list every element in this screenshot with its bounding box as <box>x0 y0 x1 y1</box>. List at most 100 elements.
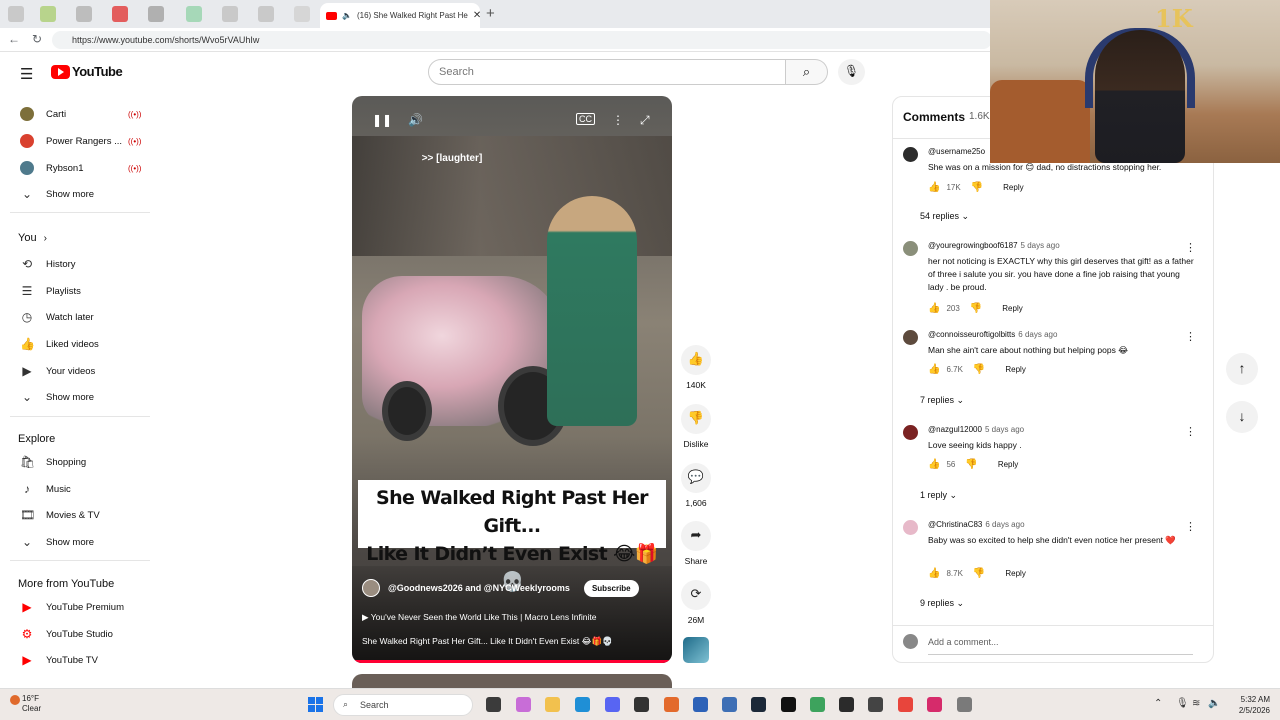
comment-username[interactable]: @connoisseuroftigolbitts 6 days ago <box>928 330 1057 339</box>
thumbs-down-icon[interactable]: 👎 <box>965 459 977 470</box>
sidebar-item-your-videos[interactable]: ▶ Your videos <box>20 360 95 382</box>
app-icon[interactable] <box>927 697 942 712</box>
like-button[interactable]: 👍 140K <box>680 345 712 390</box>
sidebar-item-rybson1[interactable]: Rybson1 <box>20 157 84 179</box>
comment-username[interactable]: @ChristinaC83 6 days ago <box>928 520 1025 529</box>
app-icon[interactable] <box>664 697 679 712</box>
speaker-icon[interactable]: 🔈 <box>342 11 352 20</box>
settings-icon[interactable] <box>957 697 972 712</box>
reply-button[interactable]: Reply <box>1003 183 1023 192</box>
tab-favicon[interactable] <box>148 6 164 22</box>
microphone-icon[interactable]: 🎙 <box>1176 698 1189 709</box>
next-video-preview[interactable] <box>352 674 672 688</box>
new-tab-icon[interactable]: + <box>486 5 495 22</box>
view-replies-button[interactable]: 54 replies ⌄ <box>920 211 969 222</box>
sidebar-item-watch-later[interactable]: ◷ Watch later <box>20 306 94 328</box>
system-clock[interactable]: 5:32 AM 2/5/2026 <box>1226 694 1270 716</box>
tiktok-icon[interactable] <box>781 697 796 712</box>
thumbs-down-icon[interactable]: 👎 <box>973 568 985 579</box>
weather-icon[interactable] <box>10 695 20 705</box>
close-tab-icon[interactable]: ✕ <box>473 10 480 21</box>
voice-search-button[interactable]: 🎙 <box>838 59 865 85</box>
more-vert-icon[interactable]: ⋮ <box>1185 330 1196 343</box>
show-more-subscriptions[interactable]: ⌄ Show more <box>20 183 94 205</box>
sidebar-item-liked-videos[interactable]: 👍 Liked videos <box>20 333 99 355</box>
app-icon[interactable] <box>839 697 854 712</box>
app-icon[interactable] <box>810 697 825 712</box>
tab-favicon[interactable] <box>186 6 202 22</box>
you-heading[interactable]: You › <box>18 232 47 244</box>
comment-username[interactable]: @username25o <box>928 147 985 156</box>
tab-favicon[interactable] <box>258 6 274 22</box>
music-link[interactable]: ▶ You've Never Seen the World Like This … <box>362 612 597 623</box>
discord-icon[interactable] <box>605 697 620 712</box>
chrome-icon[interactable] <box>898 697 913 712</box>
back-icon[interactable]: ← <box>8 32 20 46</box>
more-vert-icon[interactable]: ⋮ <box>612 113 624 127</box>
tab-favicon[interactable] <box>76 6 92 22</box>
reload-icon[interactable]: ↻ <box>32 32 42 46</box>
sidebar-item-power-rangers[interactable]: Power Rangers ... <box>20 130 122 152</box>
avatar[interactable] <box>903 520 918 535</box>
more-vert-icon[interactable]: ⋮ <box>1185 520 1196 533</box>
tab-favicon[interactable] <box>222 6 238 22</box>
closed-captions-icon[interactable]: CC <box>576 113 595 125</box>
search-input[interactable]: Search <box>428 59 786 85</box>
pause-icon[interactable]: ❚❚ <box>372 113 392 127</box>
add-comment-field[interactable]: Add a comment... <box>903 634 1193 655</box>
wifi-icon[interactable]: ≋ <box>1192 698 1200 709</box>
view-replies-button[interactable]: 7 replies ⌄ <box>920 395 964 406</box>
tab-favicon[interactable] <box>112 6 128 22</box>
video-progress-bar[interactable] <box>352 660 672 663</box>
sidebar-item-playlists[interactable]: ☰ Playlists <box>20 280 81 302</box>
tab-favicon[interactable] <box>8 6 24 22</box>
fullscreen-icon[interactable]: ⤢ <box>640 113 650 128</box>
video-description[interactable]: She Walked Right Past Her Gift... Like I… <box>362 636 613 647</box>
sound-thumbnail[interactable] <box>683 637 709 663</box>
reply-button[interactable]: Reply <box>1002 304 1022 313</box>
thumbs-up-icon[interactable]: 👍 <box>928 459 940 470</box>
thumbs-up-icon[interactable]: 👍 <box>928 182 940 193</box>
sidebar-item-youtube-premium[interactable]: ▶ YouTube Premium <box>20 596 124 618</box>
sidebar-item-carti[interactable]: Carti <box>20 103 66 125</box>
reply-button[interactable]: Reply <box>1005 365 1025 374</box>
reply-button[interactable]: Reply <box>998 460 1018 469</box>
previous-short-button[interactable]: ↑ <box>1226 353 1258 385</box>
sidebar-item-movies-tv[interactable]: 🎞 Movies & TV <box>20 504 100 526</box>
sidebar-item-youtube-tv[interactable]: ▶ YouTube TV <box>20 649 98 671</box>
thumbs-up-icon[interactable]: 👍 <box>928 364 940 375</box>
app-icon[interactable] <box>693 697 708 712</box>
share-button[interactable]: ➦ Share <box>680 521 712 566</box>
comments-button[interactable]: 💬 1,606 <box>680 463 712 508</box>
avatar[interactable] <box>903 241 918 256</box>
view-replies-button[interactable]: 9 replies ⌄ <box>920 598 964 609</box>
edge-icon[interactable] <box>575 697 590 712</box>
taskbar-search[interactable]: ⌕ Search <box>333 694 473 716</box>
search-button[interactable]: ⌕ <box>786 59 828 85</box>
channel-avatar[interactable] <box>362 579 380 597</box>
avatar[interactable] <box>903 147 918 162</box>
shorts-video-player[interactable]: ❚❚ 🔊 CC ⋮ ⤢ >> [laughter] She Walked Rig… <box>352 96 672 663</box>
sidebar-item-shopping[interactable]: 🛍 Shopping <box>20 451 86 473</box>
chevron-up-icon[interactable]: ⌃ <box>1154 698 1162 709</box>
show-more-explore[interactable]: ⌄ Show more <box>20 531 94 553</box>
view-replies-button[interactable]: 1 reply ⌄ <box>920 490 957 501</box>
app-icon[interactable] <box>722 697 737 712</box>
thumbs-up-icon[interactable]: 👍 <box>928 303 940 314</box>
thumbs-up-icon[interactable]: 👍 <box>928 568 940 579</box>
channel-names[interactable]: @Goodnews2026 and @NYCWeeklyrooms <box>388 583 570 593</box>
windows-start-icon[interactable] <box>308 697 323 712</box>
volume-icon[interactable]: 🔈 <box>1208 698 1220 709</box>
thumbs-down-icon[interactable]: 👎 <box>970 303 982 314</box>
copilot-icon[interactable] <box>516 697 531 712</box>
weather-widget[interactable]: 16°F Clear <box>22 694 41 714</box>
thumbs-down-icon[interactable]: 👎 <box>971 182 983 193</box>
app-icon[interactable] <box>868 697 883 712</box>
task-view-icon[interactable] <box>486 697 501 712</box>
comment-username[interactable]: @youregrowingboof6187 5 days ago <box>928 241 1060 250</box>
volume-icon[interactable]: 🔊 <box>408 113 423 127</box>
comment-username[interactable]: @nazgul12000 5 days ago <box>928 425 1024 434</box>
reply-button[interactable]: Reply <box>1005 569 1025 578</box>
avatar[interactable] <box>903 425 918 440</box>
url-field[interactable]: https://www.youtube.com/shorts/Wvo5rVAUh… <box>52 31 992 49</box>
